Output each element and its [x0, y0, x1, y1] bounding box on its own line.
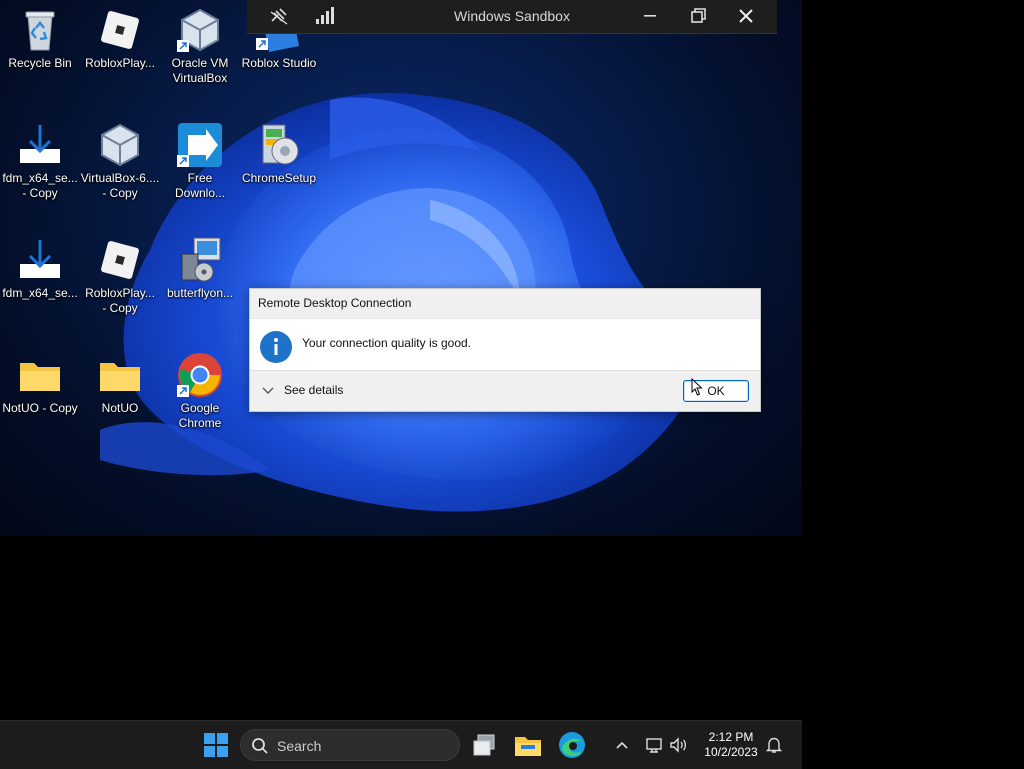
- clock-date: 10/2/2023: [704, 745, 758, 759]
- desktop-icon-label: Recycle Bin: [8, 56, 72, 70]
- edge-icon[interactable]: [556, 729, 588, 761]
- desktop-icon-oracle-virtualbox[interactable]: Oracle VM VirtualBox: [160, 6, 240, 86]
- roblox-icon: [101, 11, 139, 49]
- desktop-icon-fdm[interactable]: fdm_x64_se...: [0, 236, 80, 301]
- desktop-icon-label: Roblox Studio: [241, 56, 317, 70]
- rdc-dialog: Remote Desktop Connection Your connectio…: [249, 288, 761, 412]
- virtualbox-icon: [177, 8, 219, 52]
- notification-bell-icon[interactable]: [764, 735, 784, 755]
- dialog-title: Remote Desktop Connection: [250, 289, 760, 319]
- dialog-message: Your connection quality is good.: [302, 336, 472, 350]
- task-view-icon[interactable]: [468, 729, 500, 761]
- desktop-icon-label: NotUO: [101, 401, 139, 415]
- search-icon: [252, 738, 268, 754]
- desktop-icon-label: Oracle VM VirtualBox: [171, 56, 229, 85]
- see-details-label: See details: [284, 383, 344, 397]
- desktop-icon-fdm-copy[interactable]: fdm_x64_se... - Copy: [0, 121, 80, 201]
- desktop-icon-label: Free Downlo...: [174, 171, 226, 200]
- desktop-icon-label: VirtualBox-6.... - Copy: [80, 171, 160, 200]
- chevron-down-icon: [262, 387, 274, 394]
- desktop-icon-label: NotUO - Copy: [2, 401, 78, 415]
- desktop-icon-label: Google Chrome: [178, 401, 222, 430]
- desktop-icon-notuo[interactable]: NotUO: [80, 351, 160, 416]
- info-icon: [260, 331, 292, 363]
- network-icon[interactable]: [644, 735, 664, 755]
- sandbox-title-bar[interactable]: Windows Sandbox: [247, 0, 777, 34]
- system-clock[interactable]: 2:12 PM 10/2/2023: [698, 730, 764, 760]
- dialog-body: Your connection quality is good.: [250, 319, 760, 371]
- sandbox-desktop: Recycle Bin fdm_x64_se... - Copy fdm_x64…: [0, 0, 802, 536]
- close-icon[interactable]: [730, 4, 762, 28]
- desktop-icon-label: RobloxPlay... - Copy: [85, 286, 155, 315]
- desktop-icon-label: fdm_x64_se...: [2, 286, 78, 300]
- chrome-icon: [177, 353, 222, 397]
- dialog-footer: See details OK: [250, 370, 760, 411]
- desktop-icon-roblox-player-copy[interactable]: RobloxPlay... - Copy: [80, 236, 160, 316]
- folder-icon: [100, 363, 140, 391]
- desktop-icon-roblox-player[interactable]: RobloxPlay...: [80, 6, 160, 71]
- desktop-icon-recycle-bin[interactable]: Recycle Bin: [0, 6, 80, 71]
- recycle-bin-icon: [25, 11, 55, 51]
- mouse-cursor-icon: [691, 378, 703, 396]
- volume-icon[interactable]: [668, 735, 688, 755]
- desktop-icon-chromesetup[interactable]: ChromeSetup: [239, 121, 319, 186]
- roblox-icon: [101, 241, 139, 279]
- setup-installer-icon: [262, 124, 299, 165]
- desktop-icon-label: RobloxPlay...: [85, 56, 155, 70]
- installer-package-icon: [181, 237, 221, 282]
- desktop-icon-virtualbox-copy[interactable]: VirtualBox-6.... - Copy: [80, 121, 160, 201]
- taskbar-search[interactable]: Search: [240, 729, 460, 761]
- start-icon[interactable]: [200, 729, 232, 761]
- taskbar: Search 2:12 PM 10/2/2023: [0, 720, 802, 769]
- desktop-icon-free-download-manager[interactable]: Free Downlo...: [160, 121, 240, 201]
- clock-time: 2:12 PM: [708, 730, 754, 744]
- desktop-icon-google-chrome[interactable]: Google Chrome: [160, 351, 240, 431]
- free-download-manager-icon: [177, 123, 222, 167]
- desktop-icon-label: ChromeSetup: [241, 171, 317, 185]
- see-details-toggle[interactable]: See details: [262, 383, 343, 397]
- desktop-icon-label: butterflyon...: [166, 286, 234, 300]
- desktop-icon-butterflyon[interactable]: butterflyon...: [160, 236, 240, 301]
- desktop-icon-notuo-copy[interactable]: NotUO - Copy: [0, 351, 80, 416]
- virtualbox-icon: [101, 123, 139, 167]
- download-installer-icon: [20, 240, 60, 278]
- desktop-icon-label: fdm_x64_se... - Copy: [2, 171, 78, 200]
- file-explorer-icon[interactable]: [512, 729, 544, 761]
- search-placeholder: Search: [277, 738, 322, 754]
- download-installer-icon: [20, 125, 60, 163]
- folder-icon: [20, 363, 60, 391]
- minimize-icon[interactable]: [634, 4, 666, 28]
- restore-icon[interactable]: [682, 4, 714, 28]
- chevron-up-icon[interactable]: [612, 735, 632, 755]
